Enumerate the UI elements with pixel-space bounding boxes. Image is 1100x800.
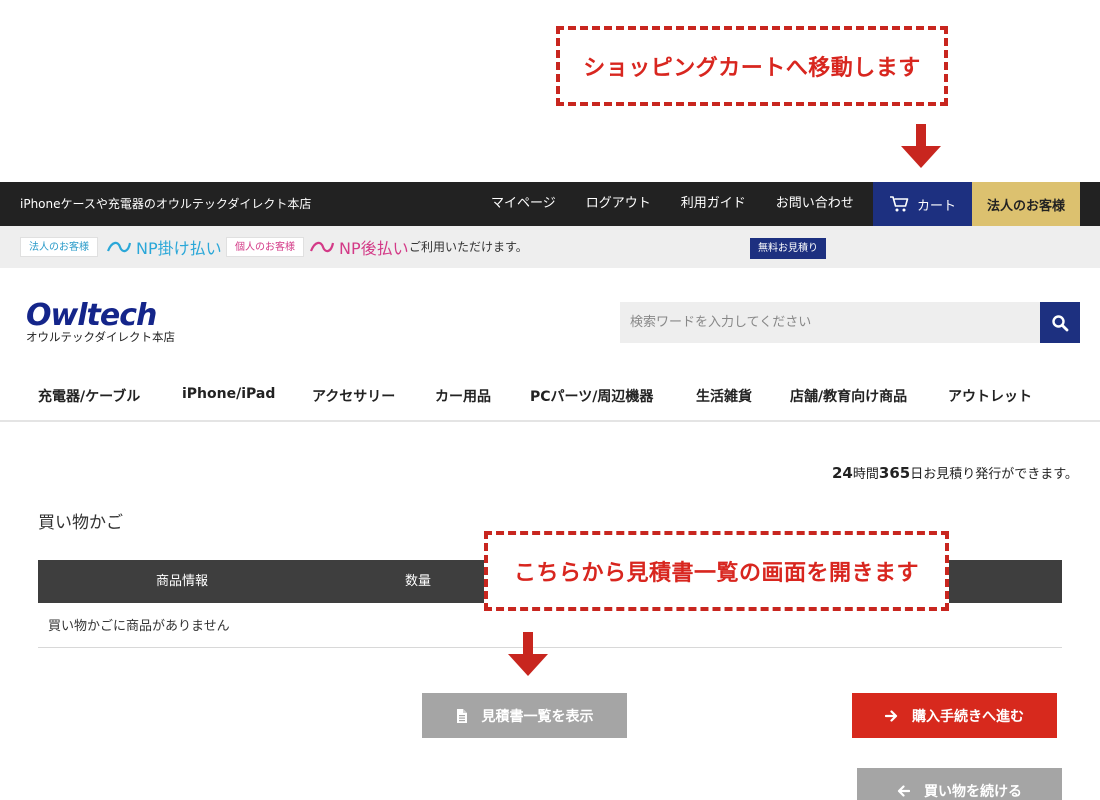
top-navigation-bar: iPhoneケースや充電器のオウルテックダイレクト本店 マイページ ログアウト …	[0, 182, 1100, 226]
np-wave-icon	[106, 241, 132, 253]
column-quantity: 数量	[405, 574, 432, 589]
nav-mypage[interactable]: マイページ	[476, 182, 571, 226]
estimate-info: 24時間365日お見積り発行ができます。	[832, 452, 1078, 496]
down-arrow-icon	[901, 124, 941, 168]
site-tagline: iPhoneケースや充電器のオウルテックダイレクト本店	[20, 197, 312, 211]
cart-annotation-callout: ショッピングカートへ移動します	[556, 26, 948, 106]
column-product-info: 商品情報	[156, 574, 209, 589]
nav-logout[interactable]: ログアウト	[571, 182, 666, 226]
arrow-right-icon	[885, 709, 898, 722]
cart-button[interactable]: カート	[873, 182, 972, 226]
cart-annotation-text: ショッピングカートへ移動します	[583, 56, 921, 81]
site-logo[interactable]: Owltech オウルテックダイレクト本店	[26, 298, 206, 345]
category-pc-parts[interactable]: PCパーツ/周辺機器	[530, 386, 653, 406]
np-wave-icon	[309, 241, 335, 253]
estimate-rest: 日お見積り発行ができます。	[910, 467, 1078, 482]
checkout-label: 購入手続きへ進む	[912, 708, 1024, 725]
category-iphone-ipad[interactable]: iPhone/iPad	[182, 386, 275, 402]
np-deferred-label: NP後払い	[339, 239, 409, 258]
np-deferred-badge: NP後払い	[309, 235, 409, 259]
arrow-left-icon	[897, 784, 910, 797]
category-business[interactable]: 店舗/教育向け商品	[790, 386, 907, 406]
individual-tag: 個人のお客様	[226, 237, 304, 257]
nav-contact[interactable]: お問い合わせ	[761, 182, 869, 226]
category-outlet[interactable]: アウトレット	[948, 386, 1032, 406]
corporate-label: 法人のお客様	[986, 198, 1065, 214]
payment-notice: ご利用いただけます。	[409, 240, 528, 254]
quote-annotation-text: こちらから見積書一覧の画面を開きます	[513, 561, 919, 586]
search-button[interactable]	[1040, 302, 1080, 343]
logo-subtitle: オウルテックダイレクト本店	[26, 330, 176, 344]
category-household[interactable]: 生活雑貨	[696, 386, 752, 406]
account-nav: マイページ ログアウト 利用ガイド お問い合わせ	[476, 182, 869, 226]
category-car[interactable]: カー用品	[435, 386, 491, 406]
cart-label: カート	[916, 198, 956, 214]
empty-cart-message: 買い物かごに商品がありません	[48, 619, 230, 634]
estimate-badge: 無料お見積り	[750, 238, 826, 259]
cart-icon	[889, 196, 909, 212]
np-invoice-badge: NP掛け払い	[106, 235, 222, 259]
category-accessories[interactable]: アクセサリー	[312, 386, 395, 406]
search-input[interactable]	[620, 302, 1040, 343]
estimate-hours: 24	[832, 464, 853, 482]
show-quotes-button[interactable]: 見積書一覧を表示	[422, 693, 627, 738]
show-quotes-label: 見積書一覧を表示	[481, 708, 594, 725]
search-icon	[1052, 314, 1069, 331]
category-chargers[interactable]: 充電器/ケーブル	[38, 386, 140, 406]
estimate-hours-unit: 時間	[852, 467, 879, 482]
page-title: 買い物かご	[38, 513, 123, 533]
category-nav: 充電器/ケーブル iPhone/iPad アクセサリー カー用品 PCパーツ/周…	[0, 378, 1100, 422]
np-invoice-label: NP掛け払い	[136, 239, 222, 258]
nav-guide[interactable]: 利用ガイド	[666, 182, 761, 226]
continue-shopping-label: 買い物を続ける	[924, 783, 1022, 800]
corporate-tag: 法人のお客様	[20, 237, 98, 257]
divider	[38, 647, 1062, 648]
logo-mark: Owltech	[26, 298, 157, 333]
down-arrow-icon	[508, 632, 548, 676]
document-icon	[456, 708, 467, 723]
estimate-days: 365	[878, 464, 911, 482]
corporate-button[interactable]: 法人のお客様	[972, 182, 1080, 226]
checkout-button[interactable]: 購入手続きへ進む	[852, 693, 1057, 738]
continue-shopping-button[interactable]: 買い物を続ける	[857, 768, 1062, 800]
quote-annotation-callout: こちらから見積書一覧の画面を開きます	[484, 531, 949, 611]
payment-info-bar: 法人のお客様 NP掛け払い 個人のお客様 NP後払い ご利用いただけます。 24…	[0, 226, 1100, 482]
